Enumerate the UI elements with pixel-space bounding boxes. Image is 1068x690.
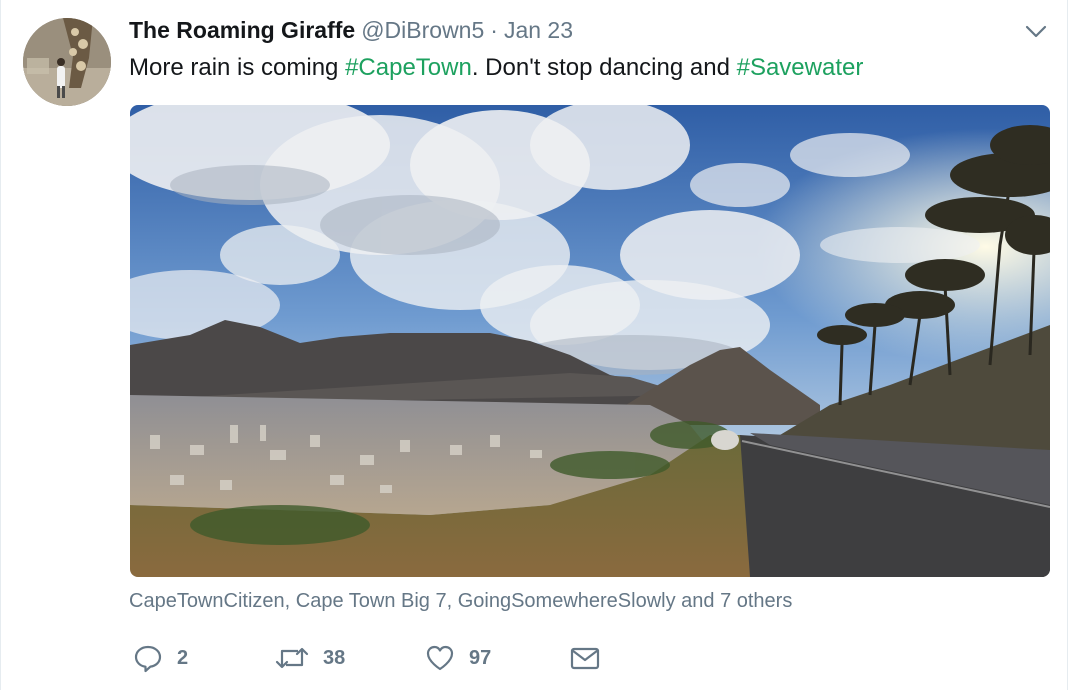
tweet-card[interactable]: The Roaming Giraffe @DiBrown5 · Jan 23 M…: [0, 0, 1068, 690]
retweet-count: 38: [323, 646, 346, 669]
display-name[interactable]: The Roaming Giraffe: [129, 17, 355, 44]
like-button[interactable]: 97: [425, 640, 491, 676]
heart-icon: [425, 643, 455, 673]
tweet-text-part: . Don't stop dancing and: [471, 54, 737, 81]
hashtag-link[interactable]: #Savewater: [737, 54, 864, 81]
separator-dot: ·: [490, 17, 498, 43]
tweet-text-part: More rain is coming: [129, 54, 346, 81]
reply-button[interactable]: 2: [133, 640, 188, 676]
reply-count: 2: [177, 646, 189, 669]
tweet-timestamp[interactable]: Jan 23: [504, 17, 573, 44]
direct-message-button[interactable]: [569, 640, 601, 676]
avatar[interactable]: [23, 18, 111, 106]
reply-icon: [133, 643, 163, 673]
retweet-button[interactable]: 38: [275, 640, 345, 676]
hashtag-link[interactable]: #CapeTown: [345, 54, 472, 81]
tweet-photo[interactable]: [130, 105, 1050, 577]
tweet-actions: 2 38 97: [129, 640, 609, 676]
envelope-icon: [569, 643, 601, 673]
tagged-people-link[interactable]: CapeTownCitizen, Cape Town Big 7, GoingS…: [129, 590, 792, 613]
user-handle[interactable]: @DiBrown5: [361, 17, 484, 44]
retweet-icon: [275, 643, 309, 673]
tweet-header: The Roaming Giraffe @DiBrown5 · Jan 23: [129, 17, 573, 47]
tweet-text: More rain is coming #CapeTown. Don't sto…: [129, 54, 863, 82]
like-count: 97: [469, 646, 492, 669]
chevron-down-icon[interactable]: [1023, 22, 1049, 42]
